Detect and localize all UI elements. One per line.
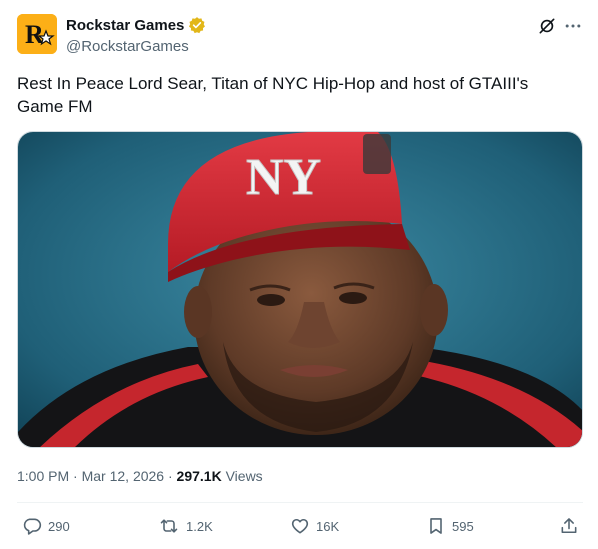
cap-logo: NY (246, 149, 321, 206)
repost-icon (158, 516, 180, 536)
author-name-row: Rockstar Games (66, 16, 206, 34)
more-icon[interactable] (563, 16, 583, 41)
tweet-date[interactable]: Mar 12, 2026 (82, 468, 165, 484)
reply-count: 290 (48, 518, 70, 534)
bookmark-count: 595 (452, 518, 474, 534)
author-handle[interactable]: @RockstarGames (66, 38, 189, 55)
bookmark-button[interactable]: 595 (426, 516, 474, 536)
tweet-card: R Rockstar Games @RockstarGames Rest In … (0, 0, 598, 549)
like-button[interactable]: 16K (290, 516, 339, 536)
share-button[interactable] (559, 516, 579, 536)
meta-separator: · (167, 468, 177, 484)
grok-icon[interactable] (537, 16, 557, 41)
views-label: Views (225, 468, 263, 484)
avatar[interactable]: R (17, 14, 57, 54)
bookmark-icon (426, 516, 446, 536)
verified-badge-icon (188, 16, 206, 34)
like-icon (290, 516, 310, 536)
tweet-meta: 1:00 PM · Mar 12, 2026 · 297.1K Views (17, 468, 263, 484)
reply-icon (22, 516, 42, 536)
divider (17, 502, 583, 503)
reply-button[interactable]: 290 (22, 516, 70, 536)
display-name[interactable]: Rockstar Games (66, 17, 184, 34)
portrait-photo: NY (18, 132, 582, 447)
tweet-text: Rest In Peace Lord Sear, Titan of NYC Hi… (17, 74, 529, 116)
tweet-image[interactable]: NY (17, 131, 583, 448)
rockstar-logo-icon: R (17, 14, 57, 54)
like-count: 16K (316, 518, 340, 534)
repost-button[interactable]: 1.2K (158, 516, 213, 536)
meta-separator: · (73, 468, 82, 484)
views-count: 297.1K (176, 468, 222, 484)
repost-count: 1.2K (186, 518, 213, 534)
share-icon (559, 516, 579, 536)
tweet-time[interactable]: 1:00 PM (17, 468, 69, 484)
